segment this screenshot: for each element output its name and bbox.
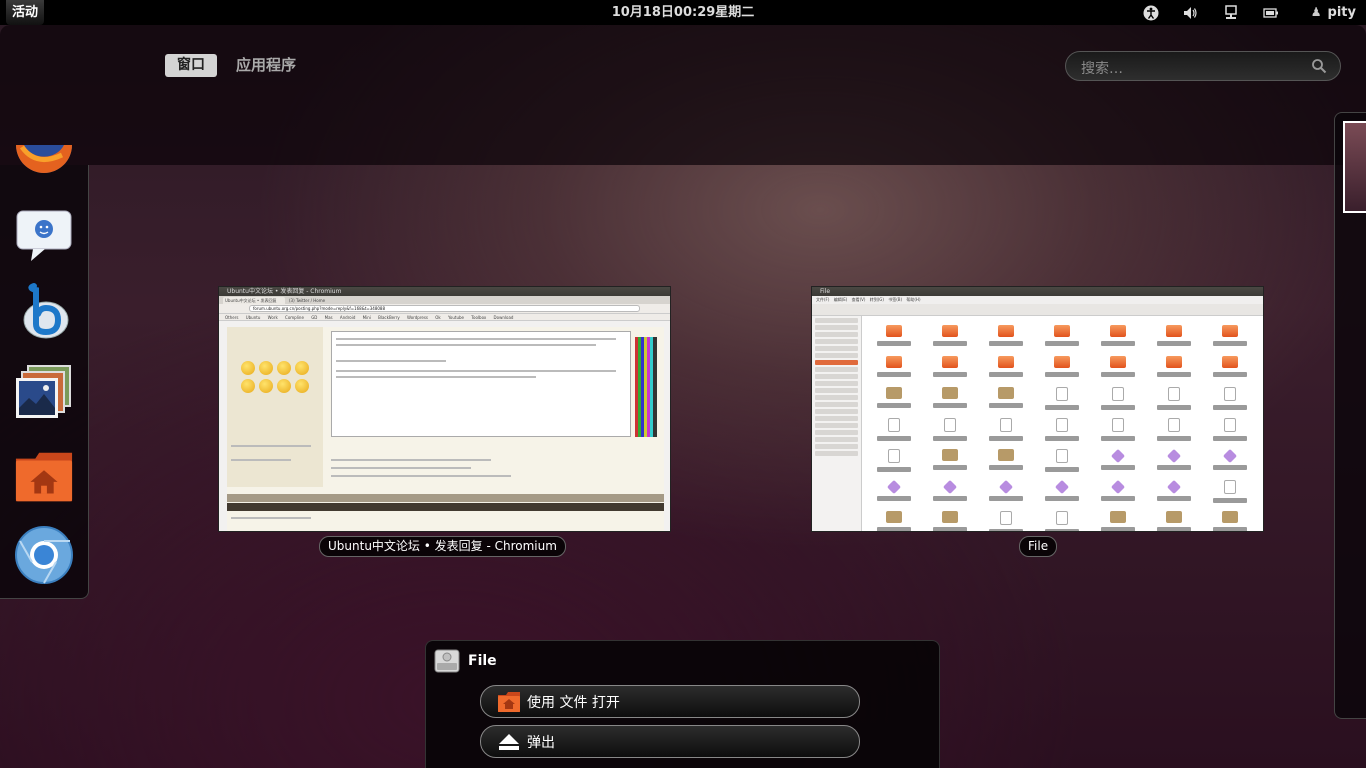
window-titlebar: File [812, 287, 1263, 296]
post-sidebar [227, 327, 323, 487]
window-caption-chromium[interactable]: Ubuntu中文论坛 • 发表回复 - Chromium [319, 536, 566, 557]
user-menu[interactable]: ♟ pity [1311, 0, 1356, 25]
file-toolbar [812, 304, 1263, 316]
window-titlebar: Ubuntu中文论坛 • 发表回复 - Chromium [219, 287, 670, 296]
file-sidebar [812, 316, 862, 531]
overview-header [0, 25, 1366, 165]
browser-tab: (3) Twitter / Home [287, 297, 349, 304]
home-folder-icon [498, 691, 520, 712]
banshee-icon[interactable] [14, 280, 74, 340]
color-palette [635, 337, 657, 437]
dash [0, 145, 89, 599]
open-with-files-button[interactable]: 使用 文件 打开 [480, 685, 860, 718]
eject-icon [499, 733, 519, 750]
eject-label: 弹出 [527, 734, 555, 751]
window-thumbnail-file[interactable]: File 文件(F) 编辑(E) 查看(V) 转到(G) 书签(B) 帮助(H) [811, 286, 1264, 532]
eject-button[interactable]: 弹出 [480, 725, 860, 758]
window-caption-file[interactable]: File [1019, 536, 1058, 557]
browser-url: forum.ubuntu.org.cn/posting.php?mode=rep… [249, 305, 640, 312]
clock-label[interactable]: 10月18日00:29星期二 [612, 5, 755, 20]
window-thumbnail-chromium[interactable]: Ubuntu中文论坛 • 发表回复 - Chromium Ubuntu中文论坛 … [218, 286, 671, 532]
browser-tab: Ubuntu中文论坛 • 发表回复 [223, 297, 285, 304]
user-name: pity [1327, 5, 1356, 20]
drive-icon [434, 649, 460, 673]
top-bar: 活动 10月18日00:29星期二 ♟ pity [0, 0, 1366, 25]
smiley-icon [295, 361, 309, 375]
network-icon[interactable] [1221, 3, 1241, 22]
smiley-icon [259, 379, 273, 393]
post-textarea [331, 331, 631, 437]
chat-status-icon: ♟ [1310, 5, 1322, 19]
upload-header-bar [227, 503, 664, 511]
open-with-files-label: 使用 文件 打开 [527, 694, 620, 711]
workspace-switcher [1334, 112, 1366, 719]
battery-icon[interactable] [1261, 3, 1281, 22]
home-folder-icon[interactable] [14, 447, 74, 507]
workspace-thumbnail[interactable] [1343, 121, 1366, 213]
device-notification: File 使用 文件 打开 弹出 [425, 640, 940, 768]
smiley-icon [259, 361, 273, 375]
file-icon-grid [868, 323, 1262, 531]
activities-button[interactable]: 活动 [6, 0, 45, 25]
browser-address-bar: forum.ubuntu.org.cn/posting.php?mode=rep… [219, 304, 670, 314]
browser-tab-strip: Ubuntu中文论坛 • 发表回复 (3) Twitter / Home [219, 296, 670, 304]
smiley-icon [295, 379, 309, 393]
notification-title: File [468, 653, 497, 669]
chromium-icon[interactable] [14, 525, 74, 585]
firefox-icon[interactable] [14, 145, 74, 185]
file-menubar: 文件(F) 编辑(E) 查看(V) 转到(G) 书签(B) 帮助(H) [812, 296, 1263, 304]
search-placeholder: 搜索… [1081, 61, 1123, 77]
browser-page-content [227, 327, 664, 531]
smiley-icon [241, 361, 255, 375]
empathy-icon[interactable] [14, 205, 74, 265]
search-input[interactable]: 搜索… [1065, 51, 1341, 81]
clock: 10月18日00:29星期二 [0, 0, 1366, 25]
tab-windows[interactable]: 窗口 [165, 54, 217, 77]
shotwell-icon[interactable] [14, 363, 74, 423]
accessibility-icon[interactable] [1141, 3, 1161, 22]
browser-bookmarks-bar: Others Ubuntu Work Compline GD Mas Andro… [219, 314, 670, 321]
volume-icon[interactable] [1180, 3, 1200, 22]
smiley-icon [241, 379, 255, 393]
smiley-icon [277, 379, 291, 393]
form-buttons-bar [227, 494, 664, 502]
smiley-icon [277, 361, 291, 375]
search-icon [1312, 59, 1327, 74]
tab-applications[interactable]: 应用程序 [236, 54, 296, 77]
